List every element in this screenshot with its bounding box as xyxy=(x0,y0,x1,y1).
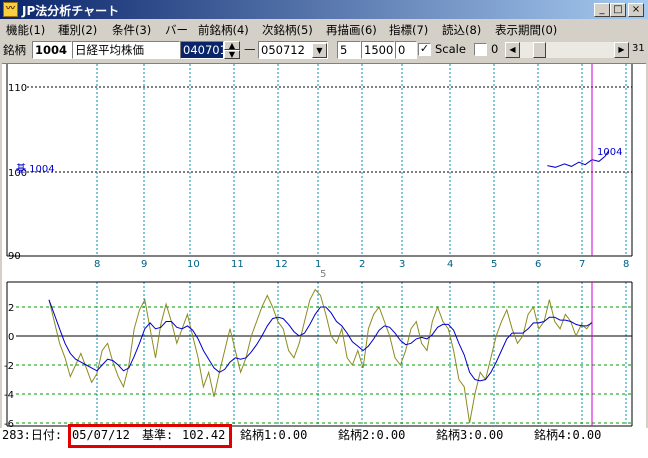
menu-bar-item[interactable]: バー xyxy=(165,22,188,38)
lower-y-tick: 0 xyxy=(8,332,14,343)
close-button[interactable]: × xyxy=(628,3,644,17)
lower-y-tick: -2 xyxy=(4,361,14,372)
status-stock4: 銘柄4:0.00 xyxy=(534,428,602,442)
menu-indicator[interactable]: 指標(7) xyxy=(389,22,428,38)
year-label: 5 xyxy=(320,269,326,280)
window-title: JP法分析チャート xyxy=(22,4,120,18)
chart-svg[interactable]: 110 100 90 8 9 10 11 12 1 2 3 4 5 6 7 8 5 基 1004 100… xyxy=(2,64,646,430)
month-label: 10 xyxy=(187,259,200,270)
zero-label: 0 xyxy=(491,42,499,56)
status-highlight-box xyxy=(68,424,232,448)
upper-y-tick: 90 xyxy=(8,251,21,262)
lower-y-tick: 2 xyxy=(8,303,14,314)
title-bar[interactable]: 〰 JP法分析チャート _ □ × xyxy=(0,0,648,19)
series-label-left: 基 1004 xyxy=(16,162,55,175)
menu-next-stock[interactable]: 次銘柄(5) xyxy=(262,22,313,38)
maximize-button[interactable]: □ xyxy=(610,3,626,17)
status-stock3: 銘柄3:0.00 xyxy=(436,428,504,442)
date-range-dash: — xyxy=(244,42,256,56)
status-stock2: 銘柄2:0.00 xyxy=(338,428,406,442)
minimize-button[interactable]: _ xyxy=(594,3,610,17)
menu-display-period[interactable]: 表示期間(0) xyxy=(495,22,557,38)
menu-condition[interactable]: 条件(3) xyxy=(112,22,151,38)
month-label: 6 xyxy=(535,259,541,270)
month-label: 5 xyxy=(491,259,497,270)
scale-checkbox[interactable]: ✓ xyxy=(418,43,431,56)
scroll-left-icon[interactable]: ◀ xyxy=(505,42,520,58)
month-label: 3 xyxy=(399,259,405,270)
scroll-right-icon[interactable]: ▶ xyxy=(614,42,629,58)
month-label: 9 xyxy=(141,259,147,270)
month-gridlines xyxy=(96,64,627,426)
menu-type[interactable]: 種別(2) xyxy=(58,22,97,38)
slider-value: 31 xyxy=(632,43,645,54)
param3-field[interactable]: 0 xyxy=(395,41,417,59)
param2-field[interactable]: 1500 xyxy=(361,41,395,59)
month-label: 7 xyxy=(579,259,585,270)
stock-code-field[interactable]: 1004 xyxy=(32,41,72,59)
zero-checkbox[interactable] xyxy=(474,43,487,56)
series-label-right: 1004 xyxy=(597,147,622,158)
upper-y-tick: 110 xyxy=(8,83,27,94)
app-window: 〰 JP法分析チャート _ □ × 機能(1) 種別(2) 条件(3) バー 前… xyxy=(0,0,648,458)
month-labels: 8 9 10 11 12 1 2 3 4 5 6 7 8 xyxy=(94,259,629,270)
scale-label: Scale xyxy=(435,42,466,56)
param1-field[interactable]: 5 xyxy=(337,41,361,59)
to-date-value: 050712 xyxy=(261,43,305,57)
month-label: 12 xyxy=(275,259,288,270)
chart-app-icon[interactable]: 〰 xyxy=(3,2,18,17)
stock-name-field[interactable]: 日経平均株価 xyxy=(72,41,180,59)
period-slider-track[interactable] xyxy=(520,42,614,58)
status-prefix: 283:日付: xyxy=(2,428,63,442)
month-label: 8 xyxy=(94,259,100,270)
menu-load[interactable]: 読込(8) xyxy=(442,22,481,38)
chevron-down-icon[interactable]: ▼ xyxy=(312,43,327,58)
month-label: 8 xyxy=(623,259,629,270)
lower-y-tick: -4 xyxy=(4,390,14,401)
menu-function[interactable]: 機能(1) xyxy=(6,22,45,38)
menu-redraw[interactable]: 再描画(6) xyxy=(326,22,377,38)
month-label: 11 xyxy=(231,259,244,270)
date-spin-down-icon[interactable]: ▼ xyxy=(224,50,240,59)
month-label: 4 xyxy=(447,259,453,270)
toolbar: 銘柄 1004 日経平均株価 040701 ▲ ▼ — 050712 ▼ 5 1… xyxy=(0,38,648,62)
menu-bar: 機能(1) 種別(2) 条件(3) バー 前銘柄(4) 次銘柄(5) 再描画(6… xyxy=(0,20,648,38)
from-date-field[interactable]: 040701 xyxy=(180,41,224,59)
date-spin-up-icon[interactable]: ▲ xyxy=(224,41,240,50)
period-slider-thumb[interactable] xyxy=(533,42,546,58)
chart-area[interactable]: 110 100 90 8 9 10 11 12 1 2 3 4 5 6 7 8 5 基 1004 100… xyxy=(2,63,646,430)
menu-prev-stock[interactable]: 前銘柄(4) xyxy=(198,22,249,38)
stock-label: 銘柄 xyxy=(3,43,26,57)
average-line xyxy=(48,299,593,382)
oscillator-line xyxy=(48,288,593,424)
status-stock1: 銘柄1:0.00 xyxy=(240,428,308,442)
month-label: 2 xyxy=(359,259,365,270)
